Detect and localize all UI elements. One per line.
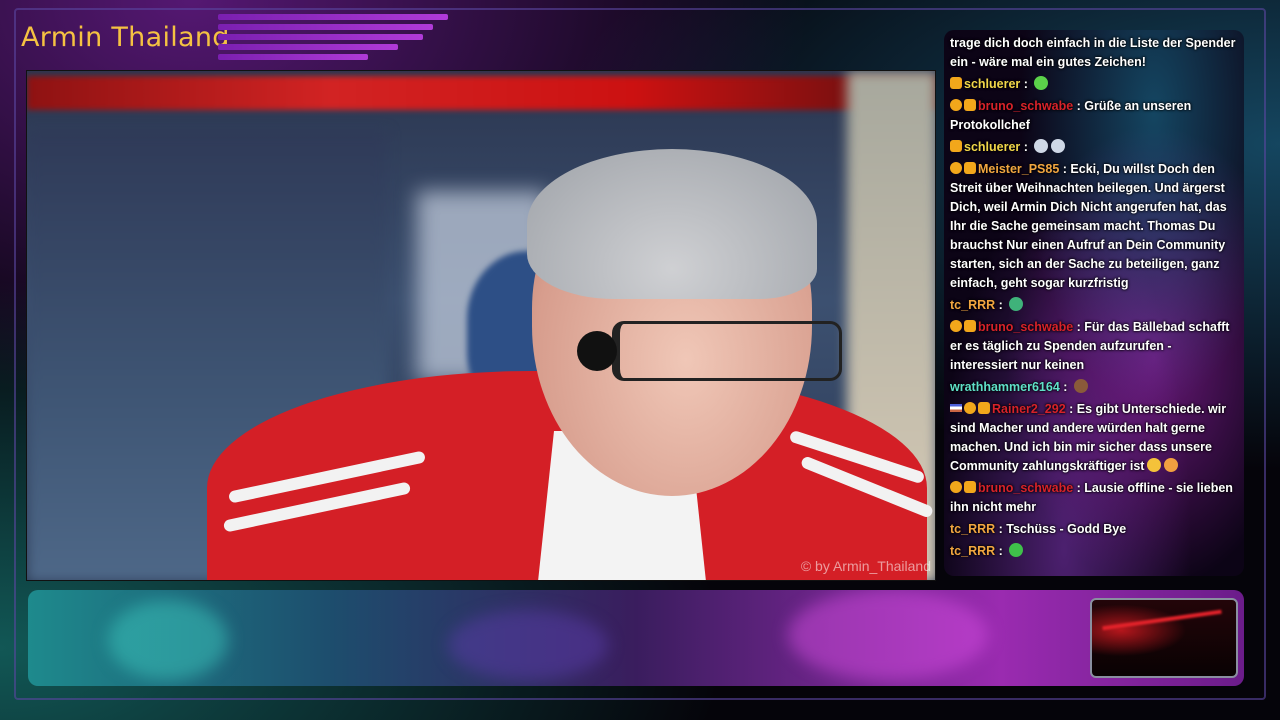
chat-separator: : — [1020, 77, 1032, 91]
chat-username[interactable]: bruno_schwabe — [978, 99, 1073, 113]
crown-badge-icon — [950, 140, 962, 152]
decorative-line — [218, 24, 433, 30]
chat-separator: : — [995, 544, 1007, 558]
chat-separator: : — [1073, 99, 1085, 113]
chat-message: Meister_PS85 : Ecki, Du willst Doch den … — [950, 160, 1238, 293]
chat-text: trage dich doch einfach in die Liste der… — [950, 36, 1236, 69]
chat-username[interactable]: schluerer — [964, 140, 1020, 154]
alert-badge-icon — [950, 481, 962, 493]
crown-badge-icon — [964, 320, 976, 332]
chat-username[interactable]: tc_RRR — [950, 298, 995, 312]
alert-badge-icon — [950, 162, 962, 174]
decorative-line — [218, 14, 448, 20]
chat-separator: : — [1059, 380, 1071, 394]
decorative-line — [218, 34, 423, 40]
hand-emote-icon — [1051, 139, 1066, 153]
chat-username[interactable]: tc_RRR — [950, 544, 995, 558]
chat-separator: : — [1059, 162, 1071, 176]
crown-badge-icon — [964, 99, 976, 111]
chat-separator: : — [1065, 402, 1077, 416]
chat-username[interactable]: tc_RRR — [950, 522, 995, 536]
green-wave-emote-icon — [1009, 543, 1024, 557]
streamer-hair — [527, 149, 817, 299]
chat-username[interactable]: bruno_schwabe — [978, 481, 1073, 495]
earbud — [577, 331, 617, 371]
channel-title: Armin Thailand — [21, 22, 230, 53]
crown-badge-icon — [950, 77, 962, 89]
mini-camera-view — [1090, 598, 1238, 678]
chat-separator: : — [1020, 140, 1032, 154]
flag-badge-icon — [950, 404, 962, 412]
chat-message: bruno_schwabe : Grüße an unseren Protoko… — [950, 97, 1238, 135]
chat-panel: trage dich doch einfach in die Liste der… — [944, 30, 1244, 576]
webcam-video: © by Armin_Thailand — [26, 70, 936, 581]
stream-overlay: Armin Thailand © by Armin_Thailand trage… — [0, 0, 1280, 720]
chat-message: tc_RRR : Tschüss - Godd Bye — [950, 520, 1238, 539]
chat-message: tc_RRR : — [950, 296, 1238, 315]
chat-text: Ecki, Du willst Doch den Streit über Wei… — [950, 162, 1227, 290]
chat-username[interactable]: wrathhammer6164 — [950, 380, 1060, 394]
chat-separator: : — [1073, 481, 1085, 495]
globe-emote-icon — [1009, 297, 1024, 311]
video-watermark: © by Armin_Thailand — [800, 558, 931, 574]
decorative-line — [218, 54, 368, 60]
green-smile-emote-icon — [1034, 76, 1049, 90]
bokeh-light — [108, 600, 228, 680]
glasses — [612, 321, 842, 381]
chat-username[interactable]: schluerer — [964, 77, 1020, 91]
decorative-line — [218, 44, 398, 50]
crown-badge-icon — [964, 481, 976, 493]
chat-separator: : — [1073, 320, 1085, 334]
mini-camera-light — [1102, 609, 1222, 631]
chat-message: schluerer : — [950, 75, 1238, 94]
chat-message: bruno_schwabe : Lausie offline - sie lie… — [950, 479, 1238, 517]
crown-badge-icon — [978, 402, 990, 414]
background-red-strip — [27, 76, 935, 110]
bokeh-light — [788, 590, 988, 680]
smile-emote-icon — [1147, 458, 1162, 472]
alert-badge-icon — [950, 320, 962, 332]
chat-message: tc_RRR : — [950, 542, 1238, 561]
hand-emote-icon — [1034, 139, 1049, 153]
bottom-panel — [28, 590, 1244, 686]
alert-badge-icon — [950, 99, 962, 111]
laugh-emote-icon — [1164, 458, 1179, 472]
chat-message: Rainer2_292 : Es gibt Unterschiede. wir … — [950, 400, 1238, 476]
chat-text: Tschüss - Godd Bye — [1006, 522, 1127, 536]
chat-separator: : — [995, 298, 1007, 312]
chat-message: wrathhammer6164 : — [950, 378, 1238, 397]
chat-message: schluerer : — [950, 138, 1238, 157]
face-emote-icon — [1073, 379, 1088, 393]
chat-username[interactable]: Rainer2_292 — [992, 402, 1066, 416]
title-bar: Armin Thailand — [18, 12, 458, 64]
chat-message: bruno_schwabe : Für das Bällebad schafft… — [950, 318, 1238, 375]
chat-message: trage dich doch einfach in die Liste der… — [950, 34, 1238, 72]
bokeh-light — [448, 610, 608, 680]
chat-separator: : — [995, 522, 1007, 536]
crown-badge-icon — [964, 162, 976, 174]
alert-badge-icon — [964, 402, 976, 414]
chat-username[interactable]: Meister_PS85 — [978, 162, 1059, 176]
chat-username[interactable]: bruno_schwabe — [978, 320, 1073, 334]
